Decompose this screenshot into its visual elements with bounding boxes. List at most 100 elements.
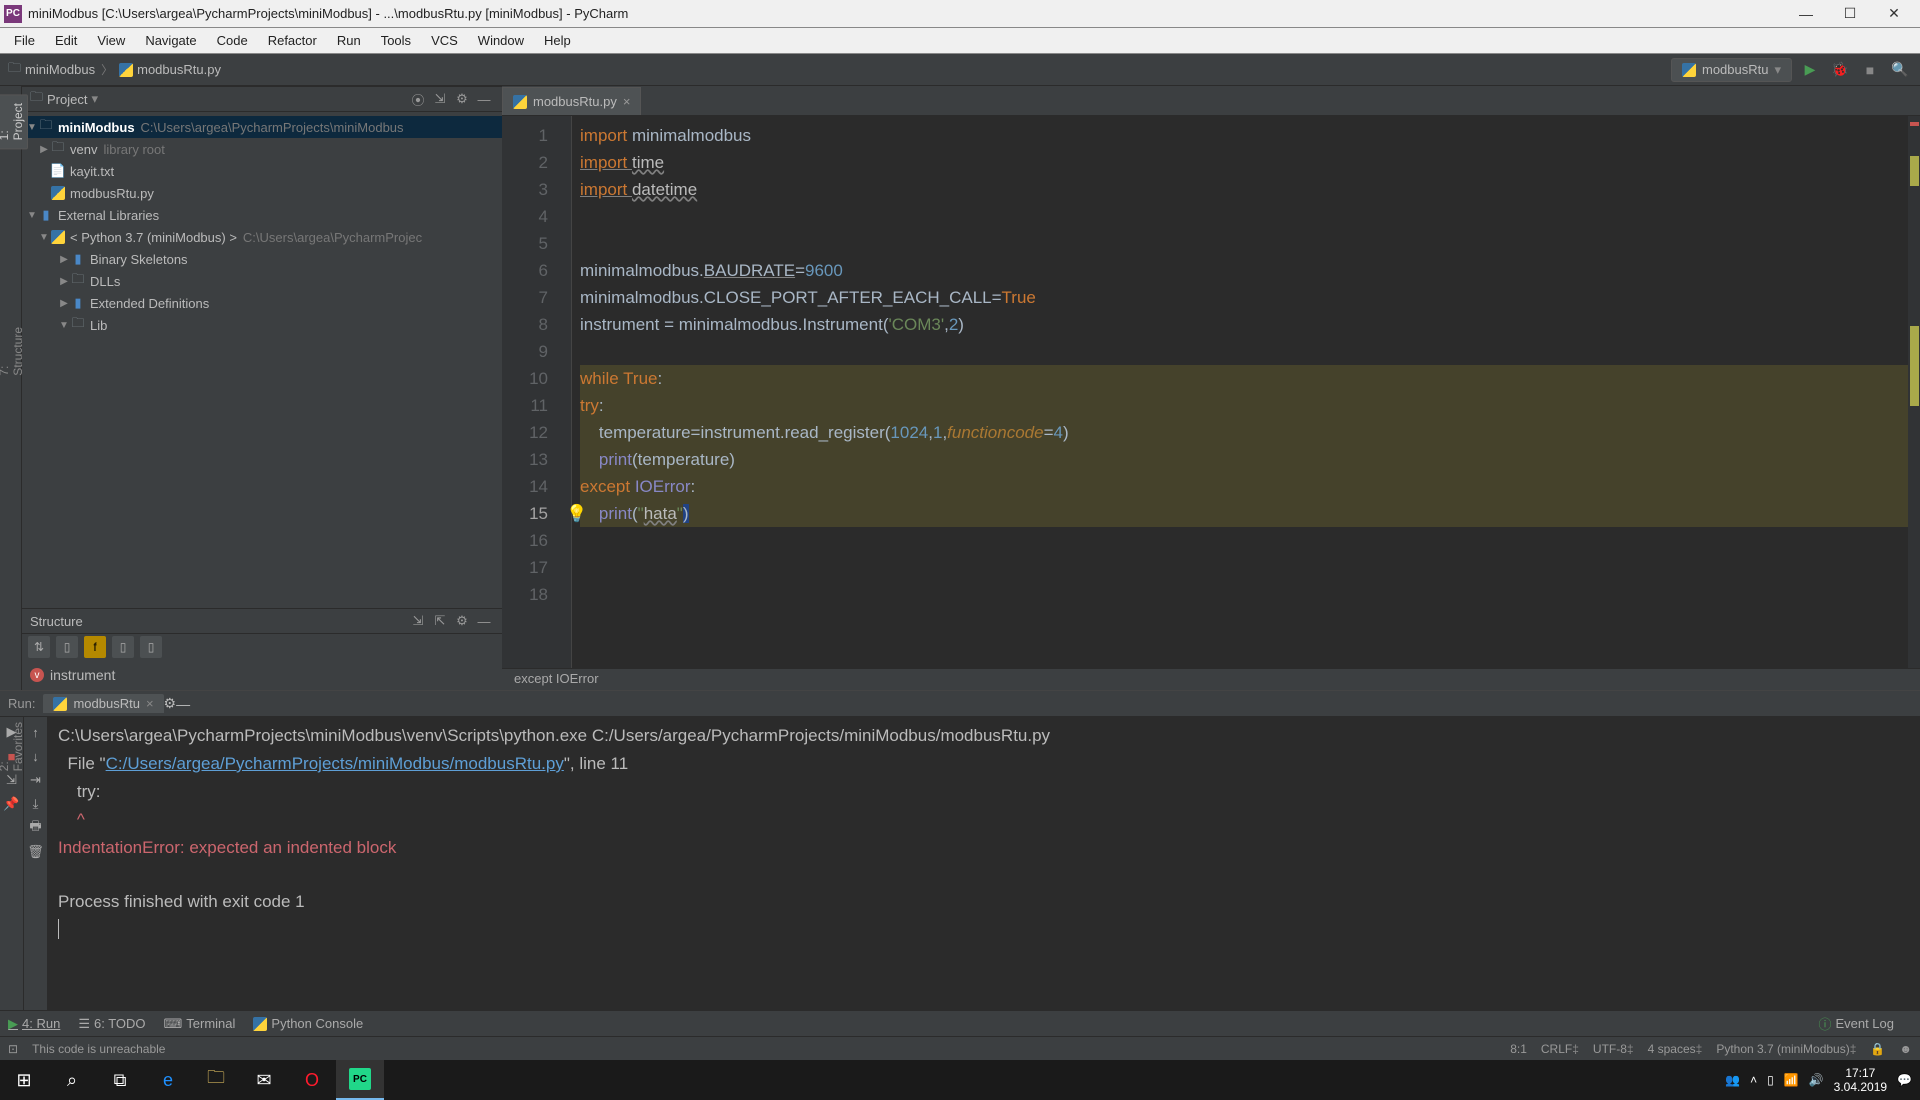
menu-run[interactable]: Run xyxy=(327,33,371,48)
fold-column[interactable] xyxy=(558,116,572,668)
edge-icon[interactable]: e xyxy=(144,1060,192,1100)
tool-run[interactable]: ▶4: Run xyxy=(8,1016,60,1032)
tool-project-tab[interactable]: 1: Project xyxy=(0,94,28,149)
filter-fields-icon[interactable]: f xyxy=(84,636,106,658)
pycharm-taskbar-icon[interactable]: PC xyxy=(336,1060,384,1100)
sort-icon[interactable]: ⇅ xyxy=(28,636,50,658)
tool-python-console[interactable]: Python Console xyxy=(253,1016,363,1031)
menu-view[interactable]: View xyxy=(87,33,135,48)
clear-button[interactable]: 🗑 xyxy=(27,843,45,861)
stop-button[interactable]: ■ xyxy=(1858,58,1882,82)
gear-icon[interactable]: ⚙ xyxy=(164,695,177,712)
menu-file[interactable]: File xyxy=(4,33,45,48)
clock[interactable]: 17:173.04.2019 xyxy=(1834,1066,1887,1094)
close-icon[interactable]: × xyxy=(146,696,154,711)
people-icon[interactable]: 👥 xyxy=(1725,1073,1740,1087)
tool-terminal[interactable]: ⌨Terminal xyxy=(164,1016,236,1032)
status-indent[interactable]: 4 spaces xyxy=(1648,1042,1696,1056)
battery-icon[interactable]: ▯ xyxy=(1767,1073,1774,1087)
status-position[interactable]: 8:1 xyxy=(1510,1042,1527,1056)
hide-icon[interactable]: — xyxy=(474,89,494,109)
status-line-sep[interactable]: CRLF xyxy=(1541,1042,1572,1056)
close-tab-icon[interactable]: × xyxy=(623,94,631,109)
code-area[interactable]: 1 2 3 4 5 6 7 8 9 10 11 12 13 14 15 16 1… xyxy=(502,116,1920,668)
up-stack-button[interactable]: ↑ xyxy=(27,723,45,741)
hector-icon[interactable]: ☻ xyxy=(1899,1042,1912,1056)
editor-breadcrumb[interactable]: except IOError xyxy=(502,668,1920,690)
menu-refactor[interactable]: Refactor xyxy=(258,33,327,48)
debug-button[interactable]: 🐞 xyxy=(1828,58,1852,82)
editor-tab-modbus[interactable]: modbusRtu.py × xyxy=(502,87,641,115)
search-button[interactable]: ⌕ xyxy=(48,1060,96,1100)
gear-icon[interactable]: ⚙ xyxy=(452,89,472,109)
console-output[interactable]: C:\Users\argea\PycharmProjects\miniModbu… xyxy=(48,717,1920,1010)
opera-icon[interactable]: O xyxy=(288,1060,336,1100)
menu-navigate[interactable]: Navigate xyxy=(135,33,206,48)
hide-icon[interactable]: — xyxy=(176,696,190,712)
hide-icon[interactable]: — xyxy=(474,611,494,631)
menu-window[interactable]: Window xyxy=(468,33,534,48)
intention-bulb-icon[interactable]: 💡 xyxy=(566,500,587,527)
file-link[interactable]: C:/Users/argea/PycharmProjects/miniModbu… xyxy=(106,754,564,773)
menu-edit[interactable]: Edit xyxy=(45,33,87,48)
tree-binary-skeletons[interactable]: ▶▮Binary Skeletons xyxy=(22,248,502,270)
wifi-icon[interactable]: 📶 xyxy=(1784,1073,1799,1087)
menu-code[interactable]: Code xyxy=(207,33,258,48)
code-text[interactable]: import minimalmodbus import time import … xyxy=(572,116,1920,668)
tree-modbus[interactable]: modbusRtu.py xyxy=(22,182,502,204)
filter-icon-2[interactable]: ▯ xyxy=(112,636,134,658)
todo-icon: ☰ xyxy=(78,1016,90,1032)
structure-item[interactable]: instrument xyxy=(50,667,115,683)
down-stack-button[interactable]: ↓ xyxy=(27,747,45,765)
notifications-icon[interactable]: 💬 xyxy=(1897,1073,1912,1087)
status-encoding[interactable]: UTF-8 xyxy=(1593,1042,1627,1056)
tray-chevron-icon[interactable]: ˄ xyxy=(1750,1073,1757,1087)
start-button[interactable]: ⊞ xyxy=(0,1060,48,1100)
maximize-button[interactable]: ☐ xyxy=(1828,0,1872,28)
tool-todo[interactable]: ☰6: TODO xyxy=(78,1016,145,1032)
tree-dlls[interactable]: ▶🗀DLLs xyxy=(22,270,502,292)
tool-event-log[interactable]: ⓘEvent Log xyxy=(1818,1014,1894,1033)
status-python[interactable]: Python 3.7 (miniModbus) xyxy=(1716,1042,1849,1056)
menu-tools[interactable]: Tools xyxy=(371,33,421,48)
menu-help[interactable]: Help xyxy=(534,33,581,48)
run-config-selector[interactable]: modbusRtu▾ xyxy=(1671,58,1792,82)
locate-icon[interactable]: ⦿ xyxy=(408,89,428,109)
filter-icon-3[interactable]: ▯ xyxy=(140,636,162,658)
filter-icon-1[interactable]: ▯ xyxy=(56,636,78,658)
tree-lib[interactable]: ▼🗀Lib xyxy=(22,314,502,336)
chevron-down-icon[interactable]: ▾ xyxy=(91,91,98,107)
menu-vcs[interactable]: VCS xyxy=(421,33,468,48)
explorer-icon[interactable]: 🗀 xyxy=(192,1060,240,1100)
tree-external-libraries[interactable]: ▼▮External Libraries xyxy=(22,204,502,226)
tree-extended-definitions[interactable]: ▶▮Extended Definitions xyxy=(22,292,502,314)
tool-structure-tab[interactable]: 7: Structure xyxy=(0,319,27,384)
project-tree[interactable]: ▼🗀miniModbusC:\Users\argea\PycharmProjec… xyxy=(22,112,502,608)
soft-wrap-button[interactable]: ⇥ xyxy=(27,771,45,789)
tree-kayit[interactable]: 📄kayit.txt xyxy=(22,160,502,182)
breadcrumb-file[interactable]: modbusRtu.py xyxy=(119,62,221,77)
task-view-button[interactable]: ⧉ xyxy=(96,1060,144,1100)
close-button[interactable]: ✕ xyxy=(1872,0,1916,28)
mail-icon[interactable]: ✉ xyxy=(240,1060,288,1100)
run-tab[interactable]: modbusRtu× xyxy=(43,694,163,713)
tree-venv[interactable]: ▶🗀venvlibrary root xyxy=(22,138,502,160)
collapse-all-icon[interactable]: ⇱ xyxy=(430,611,450,631)
expand-all-icon[interactable]: ⇲ xyxy=(408,611,428,631)
pin-button[interactable]: 📌 xyxy=(3,795,21,813)
tool-windows-icon[interactable]: ⊡ xyxy=(8,1042,18,1056)
scroll-end-button[interactable]: ⤓ xyxy=(27,795,45,813)
gear-icon[interactable]: ⚙ xyxy=(452,611,472,631)
run-button[interactable]: ▶ xyxy=(1798,58,1822,82)
error-stripe[interactable] xyxy=(1908,116,1920,668)
search-everywhere-button[interactable]: 🔍 xyxy=(1888,58,1912,82)
tree-python-sdk[interactable]: ▼< Python 3.7 (miniModbus) >C:\Users\arg… xyxy=(22,226,502,248)
breadcrumb-root[interactable]: 🗀miniModbus xyxy=(8,59,95,81)
volume-icon[interactable]: 🔊 xyxy=(1809,1073,1824,1087)
tool-favorites-tab[interactable]: 2: Favorites xyxy=(0,714,27,779)
lock-icon[interactable]: 🔒 xyxy=(1870,1042,1885,1056)
tree-root[interactable]: ▼🗀miniModbusC:\Users\argea\PycharmProjec… xyxy=(22,116,502,138)
minimize-button[interactable]: — xyxy=(1784,0,1828,28)
print-button[interactable]: 🖶 xyxy=(27,819,45,837)
expand-all-icon[interactable]: ⇲ xyxy=(430,89,450,109)
